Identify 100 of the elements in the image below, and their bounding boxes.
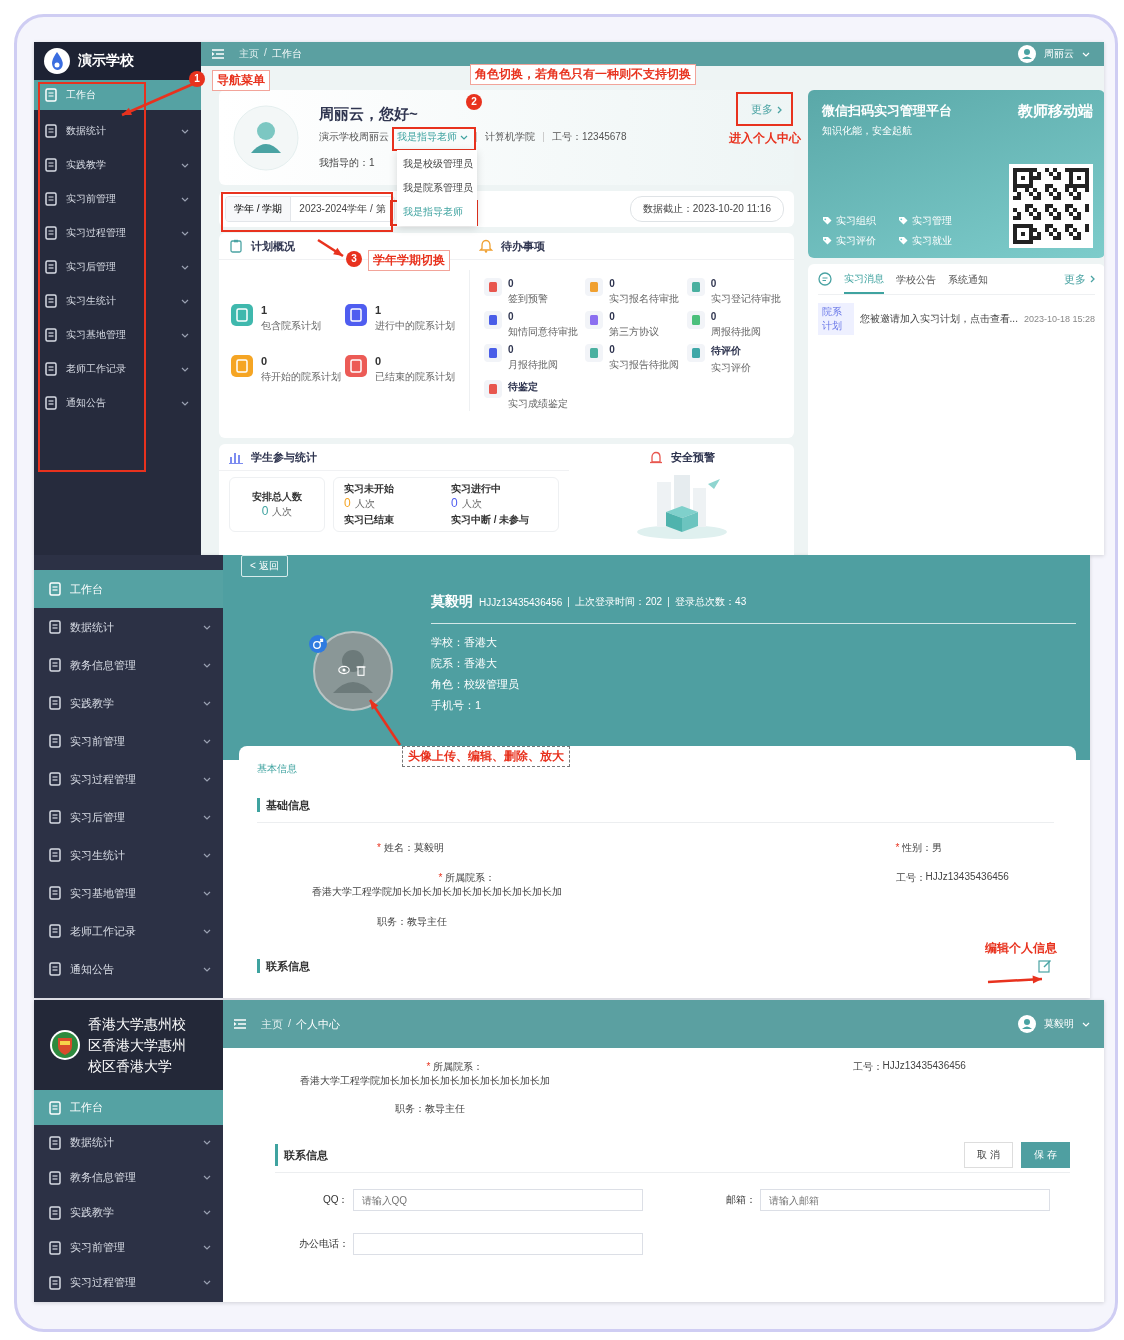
nav-item[interactable]: 实习后管理: [34, 250, 201, 284]
nav-item[interactable]: 实习过程管理: [34, 216, 201, 250]
user-avatar-drawing: [233, 104, 299, 171]
nav-item[interactable]: 实习生统计: [34, 284, 201, 318]
tag-icon: [898, 216, 908, 226]
nav-item[interactable]: 实习前管理: [34, 1230, 223, 1265]
todo-label: 实习登记待审批: [710, 292, 781, 306]
message-link[interactable]: 您被邀请加入实习计划，点击查看...: [859, 312, 1018, 326]
role-option[interactable]: 我是校级管理员: [397, 152, 477, 176]
document-icon: [44, 124, 58, 138]
highlight-frame: [736, 92, 793, 126]
nav-item[interactable]: 数据统计: [34, 608, 223, 646]
callout-label: 进入个人中心: [729, 130, 801, 147]
message-tab[interactable]: 学校公告: [896, 265, 936, 293]
field-value: 男: [932, 841, 943, 855]
menu-icon: [211, 48, 225, 60]
nav-item[interactable]: 实践教学: [34, 684, 223, 722]
status-label: 实习中断 / 未参与: [451, 513, 531, 527]
nav-label: 实习过程管理: [70, 771, 137, 787]
menu-icon: [233, 1018, 247, 1030]
field-label: 职务：: [377, 915, 407, 929]
document-icon: [48, 582, 62, 596]
document-icon: [44, 158, 58, 172]
stat-label: 包含院系计划: [261, 319, 321, 333]
unit-label: 人次: [354, 497, 375, 511]
nav-label: 教务信息管理: [70, 657, 137, 673]
nav-item[interactable]: 老师工作记录: [34, 912, 223, 950]
section-title: 计划概况: [251, 238, 295, 254]
callout-label: 头像上传、编辑、删除、放大: [402, 746, 570, 767]
nav-item[interactable]: 数据统计: [34, 1125, 223, 1160]
chevron-right-icon: [1090, 275, 1095, 283]
profile-detail: 角色：校级管理员: [431, 677, 520, 692]
chat-icon: [818, 272, 832, 286]
document-icon: [44, 192, 58, 206]
nav-label: 实践教学: [70, 695, 115, 711]
nav-item[interactable]: 实践教学: [34, 148, 201, 182]
nav-label: 实习前管理: [66, 192, 117, 206]
todo-count: 0: [710, 278, 718, 289]
nav-item[interactable]: 通知公告: [34, 386, 201, 420]
nav-label: 实习后管理: [70, 809, 126, 825]
message-time: 2023-10-18 15:28: [1023, 314, 1095, 324]
nav-item[interactable]: 实习过程管理: [34, 1265, 223, 1300]
todo-count: 0: [508, 278, 515, 289]
nav-label: 工作台: [66, 88, 97, 102]
input-field[interactable]: [352, 1233, 643, 1255]
nav-item[interactable]: 教务信息管理: [34, 646, 223, 684]
input-field[interactable]: 请输入QQ: [352, 1189, 643, 1211]
nav-item[interactable]: 数据统计: [34, 114, 201, 148]
nav-label: 实习过程管理: [66, 226, 127, 240]
todo-count: 0: [609, 344, 616, 355]
nav-item[interactable]: 实践教学: [34, 1195, 223, 1230]
male-symbol-icon: [309, 635, 327, 653]
todo-label: 签到预警: [508, 292, 548, 306]
nav-label: 工作台: [70, 581, 104, 597]
message-tab[interactable]: 系统通知: [948, 265, 988, 293]
document-icon: [48, 658, 62, 672]
nav-label: 通知公告: [70, 961, 115, 977]
document-icon: [44, 226, 58, 240]
nav-label: 实习过程管理: [70, 1275, 137, 1290]
nav-item[interactable]: 实习基地管理: [34, 318, 201, 352]
role-option[interactable]: 我是院系管理员: [397, 176, 477, 200]
document-icon: [48, 886, 62, 900]
nav-item[interactable]: 老师工作记录: [34, 352, 201, 386]
field-label: * 性别：: [895, 841, 933, 855]
nav-item[interactable]: 实习后管理: [34, 798, 223, 836]
feature-tag: 实习管理: [912, 214, 952, 228]
todo-label: 第三方协议: [609, 325, 660, 339]
nav-item[interactable]: 实习前管理: [34, 182, 201, 216]
todo-count: 0: [710, 311, 718, 322]
school-name: 演示学校: [78, 52, 134, 70]
stat-label: 进行中的院系计划: [375, 319, 455, 333]
profile-detail: 手机号：1: [431, 698, 483, 713]
chevron-down-icon: [1082, 51, 1090, 57]
todo-count: 0: [508, 311, 515, 322]
nav-item[interactable]: 教务信息管理: [34, 1160, 223, 1195]
nav-label: 实习生统计: [66, 294, 117, 308]
document-icon: [44, 362, 58, 376]
edit-icon: [1038, 959, 1052, 973]
field-label: 办公电话：: [298, 1237, 349, 1251]
field-label: 工号：: [895, 871, 926, 885]
callout-label: 学年学期切换: [368, 250, 450, 271]
alarm-icon: [648, 450, 663, 464]
feature-tag: 实习组织: [836, 214, 876, 228]
term-selector[interactable]: 学年 / 学期 2023-2024学年 / 第: [225, 196, 395, 222]
nav-label: 工作台: [70, 1100, 104, 1115]
cancel-button[interactable]: 取 消: [964, 1142, 1014, 1168]
nav-item[interactable]: 实习过程管理: [34, 760, 223, 798]
nav-label: 实践教学: [70, 1205, 115, 1220]
nav-item[interactable]: 实习前管理: [34, 722, 223, 760]
nav-item[interactable]: 通知公告: [34, 950, 223, 988]
input-field[interactable]: 请输入邮箱: [760, 1189, 1050, 1211]
bar-chart-icon: [229, 450, 243, 464]
login-count: 登录总次数：43: [675, 595, 747, 609]
status-label: 实习未开始: [344, 482, 395, 496]
nav-item[interactable]: 实习生统计: [34, 836, 223, 874]
stat-value: 0: [375, 355, 383, 367]
callout-label: 角色切换，若角色只有一种则不支持切换: [470, 64, 696, 85]
document-icon: [48, 810, 62, 824]
nav-item[interactable]: 实习基地管理: [34, 874, 223, 912]
document-icon: [48, 848, 62, 862]
